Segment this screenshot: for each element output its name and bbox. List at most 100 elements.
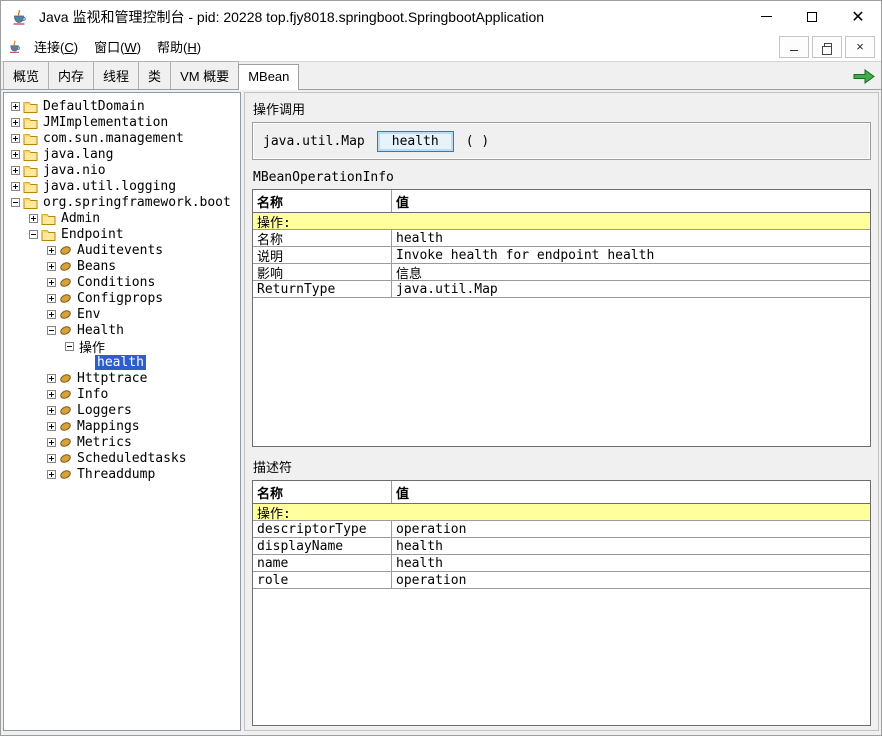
tree-indent (6, 426, 44, 427)
tree-item-Configprops[interactable]: Configprops (6, 290, 240, 306)
expand-icon[interactable] (47, 422, 56, 431)
tree-item-label: Endpoint (59, 227, 126, 242)
main-content: DefaultDomainJMImplementationcom.sun.man… (1, 90, 881, 735)
folder-icon (41, 228, 56, 241)
tab-mbean[interactable]: MBean (238, 64, 299, 90)
expand-icon[interactable] (11, 102, 20, 111)
table-row[interactable]: descriptorTypeoperation (253, 521, 870, 538)
tree-item-Endpoint[interactable]: Endpoint (6, 226, 240, 242)
tree-item-com.sun.management[interactable]: com.sun.management (6, 130, 240, 146)
tree-indent (6, 458, 44, 459)
tree-item-Loggers[interactable]: Loggers (6, 402, 240, 418)
expand-icon[interactable] (47, 390, 56, 399)
close-button[interactable]: ✕ (835, 1, 881, 32)
collapse-icon[interactable] (11, 198, 20, 207)
table-row[interactable]: roleoperation (253, 572, 870, 589)
health-operation-button[interactable]: health (377, 131, 454, 152)
tree-item-Scheduledtasks[interactable]: Scheduledtasks (6, 450, 240, 466)
tree-item-操作[interactable]: 操作 (6, 338, 240, 354)
table-row[interactable]: 名称health (253, 230, 870, 247)
tree-item-Metrics[interactable]: Metrics (6, 434, 240, 450)
expand-icon[interactable] (47, 374, 56, 383)
tree-item-Beans[interactable]: Beans (6, 258, 240, 274)
tree-indent (6, 234, 26, 235)
expand-icon[interactable] (47, 310, 56, 319)
menu-connect[interactable]: 连接(C) (27, 33, 85, 60)
collapse-icon[interactable] (29, 230, 38, 239)
tab-classes[interactable]: 类 (138, 61, 171, 89)
tree-item-Conditions[interactable]: Conditions (6, 274, 240, 290)
expand-icon[interactable] (47, 438, 56, 447)
tree-item-java.util.logging[interactable]: java.util.logging (6, 178, 240, 194)
collapse-icon[interactable] (47, 326, 56, 335)
tree-item-Threaddump[interactable]: Threaddump (6, 466, 240, 482)
tree-item-Info[interactable]: Info (6, 386, 240, 402)
maximize-icon (807, 12, 817, 22)
folder-icon (41, 212, 56, 225)
column-header-name[interactable]: 名称 (253, 190, 392, 212)
tree-item-Env[interactable]: Env (6, 306, 240, 322)
mdi-restore-button[interactable] (812, 36, 842, 58)
expand-icon[interactable] (47, 246, 56, 255)
mbean-icon (59, 292, 72, 305)
section-label: 操作: (253, 504, 870, 520)
menu-help[interactable]: 帮助(H) (150, 33, 208, 60)
tree-item-java.nio[interactable]: java.nio (6, 162, 240, 178)
tree-item-Auditevents[interactable]: Auditevents (6, 242, 240, 258)
tree-indent (6, 442, 44, 443)
tree-item-Admin[interactable]: Admin (6, 210, 240, 226)
expand-icon[interactable] (47, 470, 56, 479)
column-header-value[interactable]: 值 (392, 190, 870, 212)
expand-icon[interactable] (11, 182, 20, 191)
maximize-button[interactable] (789, 1, 835, 32)
menu-connect-mnemonic: C (64, 40, 73, 55)
tree-item-DefaultDomain[interactable]: DefaultDomain (6, 98, 240, 114)
tab-memory[interactable]: 内存 (48, 61, 94, 89)
expand-icon[interactable] (11, 118, 20, 127)
menu-window[interactable]: 窗口(W) (87, 33, 148, 60)
tab-vm-summary[interactable]: VM 概要 (170, 61, 239, 89)
mdi-close-button[interactable]: × (845, 36, 875, 58)
mdi-minimize-button[interactable] (779, 36, 809, 58)
operation-return-type: java.util.Map (263, 134, 365, 149)
expand-icon[interactable] (47, 294, 56, 303)
table-row[interactable]: 影响信息 (253, 264, 870, 281)
mbean-icon (59, 244, 72, 257)
section-row[interactable]: 操作: (253, 213, 870, 230)
collapse-icon[interactable] (65, 342, 74, 351)
tree-item-Mappings[interactable]: Mappings (6, 418, 240, 434)
tab-overview[interactable]: 概览 (3, 61, 49, 89)
expand-icon[interactable] (47, 406, 56, 415)
tree-item-Httptrace[interactable]: Httptrace (6, 370, 240, 386)
tree-item-health[interactable]: health (6, 354, 240, 370)
expand-icon[interactable] (11, 150, 20, 159)
expand-icon[interactable] (11, 134, 20, 143)
expand-icon[interactable] (11, 166, 20, 175)
cell-name: ReturnType (253, 281, 392, 297)
tree-item-JMImplementation[interactable]: JMImplementation (6, 114, 240, 130)
table-row[interactable]: 说明Invoke health for endpoint health (253, 247, 870, 264)
tree-indent (6, 330, 44, 331)
tree-item-label: Env (75, 307, 102, 322)
tree-item-label: Conditions (75, 275, 157, 290)
tree-item-org.springframework.boot[interactable]: org.springframework.boot (6, 194, 240, 210)
tree-item-Health[interactable]: Health (6, 322, 240, 338)
folder-icon (23, 132, 38, 145)
tree-item-java.lang[interactable]: java.lang (6, 146, 240, 162)
tree-item-label: java.nio (41, 163, 108, 178)
tab-threads[interactable]: 线程 (93, 61, 139, 89)
expand-icon[interactable] (29, 214, 38, 223)
cell-name: 说明 (253, 247, 392, 263)
menu-help-mnemonic: H (187, 40, 196, 55)
section-row[interactable]: 操作: (253, 504, 870, 521)
expand-icon[interactable] (47, 454, 56, 463)
table-row[interactable]: displayNamehealth (253, 538, 870, 555)
expand-icon[interactable] (47, 262, 56, 271)
table-row[interactable]: ReturnTypejava.util.Map (253, 281, 870, 298)
expand-icon[interactable] (47, 278, 56, 287)
column-header-value[interactable]: 值 (392, 481, 870, 503)
minimize-button[interactable] (743, 1, 789, 32)
column-header-name[interactable]: 名称 (253, 481, 392, 503)
table-row[interactable]: namehealth (253, 555, 870, 572)
tree-item-label: java.lang (41, 147, 115, 162)
